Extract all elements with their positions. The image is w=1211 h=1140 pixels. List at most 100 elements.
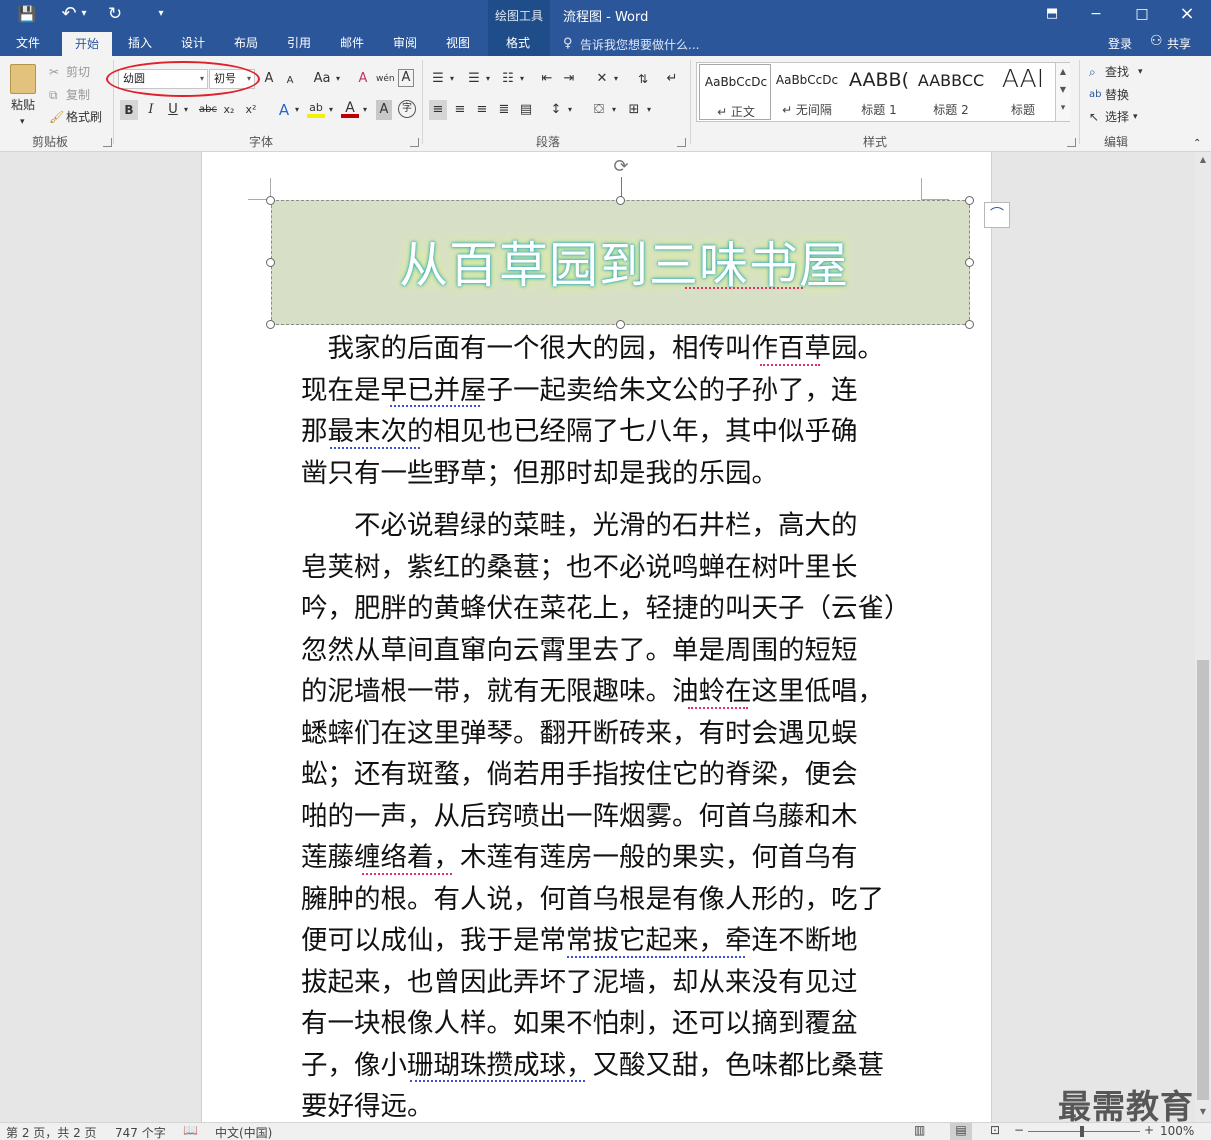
print-layout-icon[interactable]: ▤ bbox=[950, 1123, 972, 1140]
undo-menu-chevron-icon[interactable]: ▾ bbox=[78, 4, 90, 24]
close-button[interactable]: × bbox=[1165, 0, 1209, 28]
replace-button[interactable]: 替换 bbox=[1105, 87, 1129, 103]
vertical-scrollbar[interactable]: ▲ ▼ bbox=[1195, 152, 1211, 1122]
sign-in-link[interactable]: 登录 bbox=[1108, 35, 1132, 52]
tab-format[interactable]: 格式 bbox=[496, 30, 540, 56]
italic-button[interactable]: I bbox=[143, 100, 159, 120]
style-heading-2[interactable]: AABBCC 标题 2 bbox=[915, 63, 987, 121]
word-count[interactable]: 747 个字 bbox=[115, 1124, 166, 1140]
redo-icon[interactable]: ↻ bbox=[104, 4, 126, 24]
resize-handle[interactable] bbox=[266, 196, 275, 205]
subscript-button[interactable]: x₂ bbox=[221, 100, 237, 120]
bold-button[interactable]: B bbox=[120, 100, 138, 120]
resize-handle[interactable] bbox=[266, 258, 275, 267]
chevron-down-icon[interactable]: ▾ bbox=[566, 100, 574, 120]
customize-qat-icon[interactable]: ▾ bbox=[150, 4, 172, 24]
replace-icon[interactable]: ab bbox=[1089, 87, 1101, 103]
gallery-up-icon[interactable]: ▲ bbox=[1056, 63, 1070, 81]
tab-view[interactable]: 视图 bbox=[436, 30, 480, 56]
chevron-down-icon[interactable]: ▾ bbox=[612, 69, 620, 89]
change-case-icon[interactable]: Aa bbox=[311, 69, 333, 89]
shrink-font-icon[interactable]: A bbox=[284, 71, 296, 91]
paste-icon[interactable] bbox=[10, 64, 36, 94]
phonetic-guide-icon[interactable]: wén bbox=[376, 69, 395, 89]
bullets-icon[interactable]: ☰ bbox=[430, 69, 446, 89]
style-title[interactable]: AAI 标题 bbox=[987, 63, 1059, 121]
web-layout-icon[interactable]: ⊡ bbox=[990, 1123, 1000, 1137]
select-icon[interactable]: ↖ bbox=[1089, 109, 1099, 125]
resize-handle[interactable] bbox=[266, 320, 275, 329]
chevron-down-icon[interactable]: ▾ bbox=[645, 100, 653, 120]
highlight-color-icon[interactable]: ab bbox=[307, 98, 325, 118]
select-button[interactable]: 选择 bbox=[1105, 109, 1129, 125]
share-button[interactable]: 共享 bbox=[1167, 35, 1191, 52]
superscript-button[interactable]: x² bbox=[243, 100, 259, 120]
character-border-icon[interactable]: A bbox=[398, 69, 414, 87]
paragraph-launcher-icon[interactable] bbox=[677, 138, 686, 147]
strikethrough-button[interactable]: abc bbox=[198, 100, 218, 120]
undo-icon[interactable]: ↶ bbox=[58, 4, 80, 24]
underline-button[interactable]: U bbox=[165, 100, 181, 120]
gallery-more-icon[interactable]: ▾ bbox=[1056, 99, 1070, 117]
show-marks-icon[interactable]: ↵ bbox=[664, 69, 680, 89]
tab-layout[interactable]: 布局 bbox=[224, 30, 268, 56]
language-indicator[interactable]: 中文(中国) bbox=[215, 1124, 272, 1140]
line-spacing-icon[interactable]: ↕ bbox=[548, 100, 564, 120]
tab-mailings[interactable]: 邮件 bbox=[330, 30, 374, 56]
save-icon[interactable]: 💾 bbox=[16, 4, 38, 24]
borders-icon[interactable]: ⊞ bbox=[625, 100, 643, 120]
resize-handle[interactable] bbox=[965, 196, 974, 205]
chevron-down-icon[interactable]: ▾ bbox=[327, 100, 335, 120]
grow-font-icon[interactable]: A bbox=[262, 69, 276, 89]
layout-options-icon[interactable]: ⌒ bbox=[984, 202, 1010, 228]
align-center-button[interactable]: ≡ bbox=[451, 100, 469, 120]
styles-launcher-icon[interactable] bbox=[1067, 138, 1076, 147]
find-button[interactable]: 查找 bbox=[1105, 64, 1129, 80]
chinese-layout-icon[interactable]: ✕ bbox=[594, 69, 610, 89]
chevron-down-icon[interactable]: ▾ bbox=[182, 100, 190, 120]
chevron-down-icon[interactable]: ▾ bbox=[518, 69, 526, 89]
format-painter-button[interactable]: 格式刷 bbox=[66, 109, 102, 125]
distributed-button[interactable]: ▤ bbox=[517, 100, 535, 120]
copy-icon[interactable]: ⧉ bbox=[49, 87, 58, 103]
style-no-spacing[interactable]: AaBbCcDc ↵ 无间隔 bbox=[771, 63, 843, 121]
font-color-icon[interactable]: A bbox=[341, 98, 359, 118]
align-left-button[interactable]: ≡ bbox=[429, 100, 447, 120]
find-icon[interactable]: ⌕ bbox=[1089, 64, 1096, 80]
minimize-button[interactable]: − bbox=[1074, 0, 1118, 28]
enclosed-character-icon[interactable]: 字 bbox=[398, 100, 416, 118]
gallery-down-icon[interactable]: ▼ bbox=[1056, 81, 1070, 99]
zoom-slider-track[interactable] bbox=[1028, 1131, 1140, 1132]
tab-references[interactable]: 引用 bbox=[277, 30, 321, 56]
character-shading-icon[interactable]: A bbox=[376, 100, 392, 120]
tab-file[interactable]: 文件 bbox=[6, 30, 50, 56]
tab-design[interactable]: 设计 bbox=[171, 30, 215, 56]
resize-handle[interactable] bbox=[965, 258, 974, 267]
chevron-down-icon[interactable]: ▾ bbox=[1138, 64, 1143, 80]
chevron-down-icon[interactable]: ▾ bbox=[484, 69, 492, 89]
rotate-handle-icon[interactable]: ⟳ bbox=[611, 157, 631, 177]
restore-button[interactable]: □ bbox=[1120, 0, 1164, 28]
cut-button[interactable]: 剪切 bbox=[66, 64, 90, 80]
paste-options-chevron-icon[interactable]: ▾ bbox=[20, 114, 25, 130]
clear-formatting-icon[interactable]: A bbox=[355, 69, 371, 89]
align-right-button[interactable]: ≡ bbox=[473, 100, 491, 120]
chevron-down-icon[interactable]: ▾ bbox=[334, 69, 342, 89]
font-launcher-icon[interactable] bbox=[410, 138, 419, 147]
tab-insert[interactable]: 插入 bbox=[118, 30, 162, 56]
scroll-up-icon[interactable]: ▲ bbox=[1195, 152, 1211, 168]
style-heading-1[interactable]: AABB( 标题 1 bbox=[843, 63, 915, 121]
resize-handle[interactable] bbox=[965, 320, 974, 329]
read-mode-icon[interactable]: ▥ bbox=[914, 1123, 925, 1137]
zoom-in-button[interactable]: + bbox=[1144, 1123, 1154, 1137]
scroll-down-icon[interactable]: ▼ bbox=[1195, 1104, 1211, 1120]
chevron-down-icon[interactable]: ▾ bbox=[610, 100, 618, 120]
decrease-indent-icon[interactable]: ⇤ bbox=[539, 69, 555, 89]
numbering-icon[interactable]: ☰ bbox=[466, 69, 482, 89]
multilevel-list-icon[interactable]: ☷ bbox=[500, 69, 516, 89]
zoom-level[interactable]: 100% bbox=[1160, 1124, 1194, 1138]
resize-handle[interactable] bbox=[616, 196, 625, 205]
chevron-down-icon[interactable]: ▾ bbox=[293, 100, 301, 120]
copy-button[interactable]: 复制 bbox=[66, 87, 90, 103]
justify-button[interactable]: ≣ bbox=[495, 100, 513, 120]
